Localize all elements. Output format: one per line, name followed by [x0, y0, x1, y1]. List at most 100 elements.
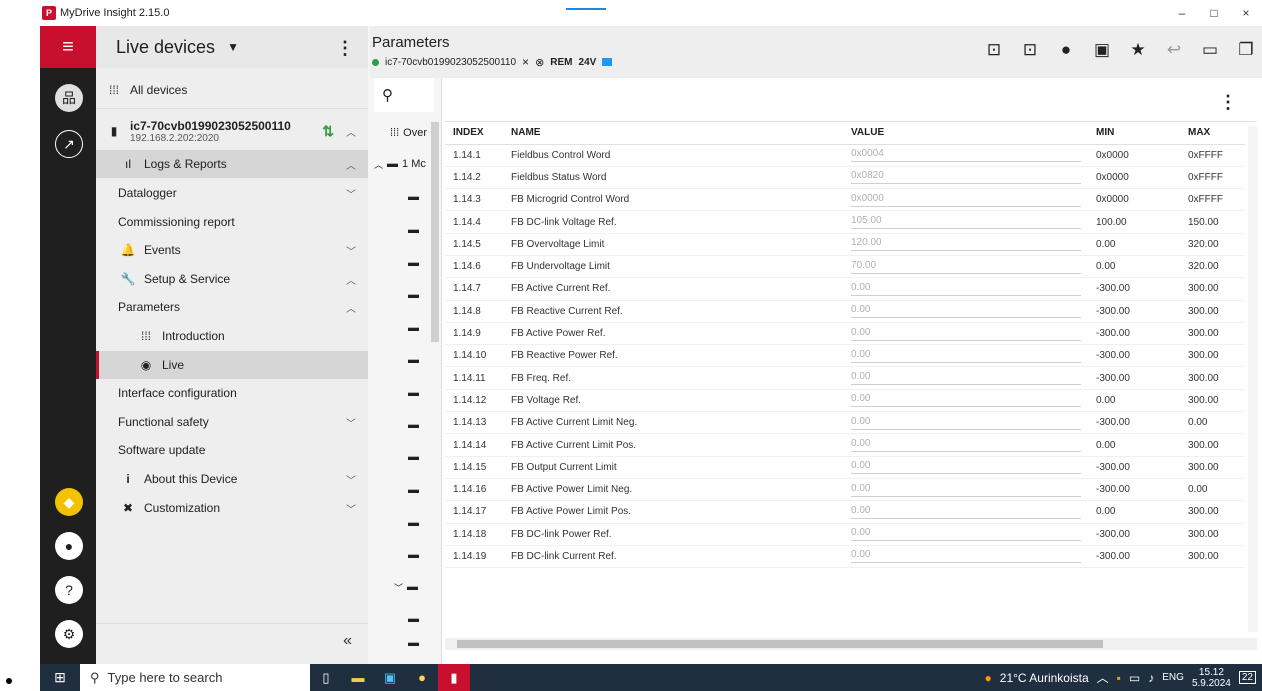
devices-network-icon[interactable]: 品 [55, 84, 83, 112]
column-header-min[interactable]: MIN [1088, 122, 1180, 145]
cell-value[interactable]: 0.00 [843, 322, 1088, 346]
close-button[interactable]: × [1230, 0, 1262, 26]
nav-events[interactable]: 🔔 Events ﹀ [96, 236, 368, 264]
help-icon[interactable]: ? [55, 576, 83, 604]
tray-app-icon[interactable]: ▪ [1117, 671, 1121, 685]
user-account-icon[interactable]: ● [55, 532, 83, 560]
tree-folder[interactable]: ▬ [368, 510, 442, 536]
column-header-value[interactable]: VALUE [843, 122, 1088, 145]
upload-param-icon[interactable]: ⊡ [1012, 40, 1048, 60]
search-icon[interactable]: ⚲ [374, 78, 434, 112]
column-header-max[interactable]: MAX [1180, 122, 1245, 145]
cell-value[interactable]: 0x0820 [843, 166, 1088, 190]
tree-folder[interactable]: ▬ [368, 630, 442, 656]
tree-scrollbar[interactable] [431, 122, 439, 342]
cell-value[interactable]: 70.00 [843, 255, 1088, 279]
minimize-button[interactable]: – [1166, 0, 1198, 26]
taskbar-search[interactable]: ⚲ Type here to search [80, 664, 310, 691]
value-input[interactable]: 0.00 [851, 460, 1081, 475]
value-input[interactable]: 0x0000 [851, 193, 1081, 207]
nav-about-device[interactable]: i About this Device ﹀ [96, 465, 368, 493]
table-row[interactable]: 1.14.8 FB Reactive Current Ref. 0.00 -300.0… [445, 300, 1245, 323]
table-row[interactable]: 1.14.12 FB Voltage Ref. 0.00 0.00 300.00 [445, 389, 1245, 413]
cell-value[interactable]: 0.00 [843, 300, 1088, 323]
mydrive-app-icon[interactable]: ▮ [438, 664, 470, 691]
nav-customization[interactable]: ✖ Customization ﹀ [96, 494, 368, 522]
all-devices-item[interactable]: ⁞⁞⁞ All devices [96, 76, 368, 104]
cell-value[interactable]: 120.00 [843, 233, 1088, 256]
nav-parameters[interactable]: Parameters ︿ [96, 293, 368, 321]
value-input[interactable]: 0.00 [851, 505, 1081, 519]
table-row[interactable]: 1.14.13 FB Active Current Limit Neg. 0.00-… [445, 411, 1245, 435]
value-input[interactable]: 0.00 [851, 393, 1081, 408]
cell-value[interactable]: 0.00 [843, 344, 1088, 368]
kebab-menu-icon[interactable]: ⋮ [336, 38, 354, 59]
undo-icon[interactable]: ↩ [1156, 40, 1192, 60]
table-row[interactable]: 1.14.9 FB Active Power Ref. 0.00 -300.00 300… [445, 322, 1245, 346]
tree-folder[interactable]: ▬ [368, 412, 442, 438]
tray-chevron-icon[interactable]: ︿ [1097, 669, 1109, 686]
value-input[interactable]: 0.00 [851, 327, 1081, 341]
folder-open-icon[interactable]: ▭ [1192, 40, 1228, 60]
collapse-nav-button[interactable]: « [343, 632, 352, 650]
copy-icon[interactable]: ❐ [1228, 40, 1262, 60]
value-input[interactable]: 0.00 [851, 416, 1081, 430]
settings-gear-icon[interactable]: ⚙ [55, 620, 83, 648]
nav-datalogger[interactable]: Datalogger ﹀ [96, 179, 368, 207]
cell-value[interactable]: 105.00 [843, 210, 1088, 234]
hamburger-menu-icon[interactable]: ≡ [40, 26, 96, 68]
table-row[interactable]: 1.14.16 FB Active Power Limit Neg. 0.00 -30… [445, 478, 1245, 502]
table-row[interactable]: 1.14.5 FB Overvoltage Limit 120.00 0.00 320.… [445, 233, 1245, 256]
value-input[interactable]: 105.00 [851, 215, 1081, 230]
table-row[interactable]: 1.14.15 FB Output Current Limit 0.00 -300.0… [445, 456, 1245, 479]
language-indicator[interactable]: ENG [1162, 672, 1184, 683]
save-icon[interactable]: ▣ [1084, 40, 1120, 60]
value-input[interactable]: 0.00 [851, 438, 1081, 452]
cell-value[interactable]: 0x0004 [843, 144, 1088, 167]
nav-interface-configuration[interactable]: Interface configuration [96, 379, 368, 407]
table-row[interactable]: 1.14.19 FB DC-link Current Ref. 0.00 -300.0… [445, 545, 1245, 569]
cell-value[interactable]: 0.00 [843, 456, 1088, 479]
table-row[interactable]: 1.14.11 FB Freq. Ref. 0.00 -300.00 300.00 [445, 366, 1245, 390]
network-icon[interactable]: ▭ [1129, 671, 1140, 685]
column-header-index[interactable]: INDEX [445, 122, 503, 145]
table-vertical-scrollbar[interactable] [1248, 126, 1258, 632]
table-row[interactable]: 1.14.18 FB DC-link Power Ref. 0.00 -300.00 3… [445, 523, 1245, 546]
cell-value[interactable]: 0.00 [843, 523, 1088, 546]
table-row[interactable]: 1.14.7 FB Active Current Ref. 0.00 -300.00 3… [445, 277, 1245, 301]
nav-software-update[interactable]: Software update [96, 436, 368, 464]
table-row[interactable]: 1.14.10 FB Reactive Power Ref. 0.00 -300.00… [445, 344, 1245, 368]
value-input[interactable]: 120.00 [851, 237, 1081, 252]
premium-diamond-icon[interactable]: ◆ [55, 488, 83, 516]
tree-folder[interactable]: ▬ [368, 380, 442, 406]
tree-folder[interactable]: ▬ [368, 444, 442, 470]
cell-value[interactable]: 0.00 [843, 277, 1088, 301]
value-input[interactable]: 0.00 [851, 527, 1081, 542]
user-icon[interactable]: ● [1048, 40, 1084, 60]
cell-value[interactable]: 0.00 [843, 366, 1088, 390]
value-input[interactable]: 0.00 [851, 483, 1081, 497]
download-param-icon[interactable]: ⊡ [976, 40, 1012, 60]
table-row[interactable]: 1.14.4 FB DC-link Voltage Ref. 105.00 100.0… [445, 210, 1245, 234]
live-devices-title[interactable]: Live devices [116, 37, 215, 58]
star-icon[interactable]: ★ [1120, 40, 1156, 60]
value-input[interactable]: 0x0820 [851, 170, 1081, 185]
windows-start-icon[interactable]: ⊞ [40, 669, 80, 686]
cell-value[interactable]: 0.00 [843, 411, 1088, 435]
disconnect-icon[interactable]: × [522, 55, 529, 69]
table-row[interactable]: 1.14.2 Fieldbus Status Word 0x0820 0x0000 0x… [445, 166, 1245, 190]
cell-value[interactable]: 0.00 [843, 545, 1088, 569]
value-input[interactable]: 0x0004 [851, 148, 1081, 163]
maximize-button[interactable]: □ [1198, 0, 1230, 26]
volume-icon[interactable]: ♪ [1148, 671, 1154, 685]
tree-folder-expandable[interactable]: ﹀ ▬ [368, 574, 442, 600]
value-input[interactable]: 0.00 [851, 304, 1081, 319]
value-input[interactable]: 0.00 [851, 371, 1081, 386]
file-explorer-icon[interactable]: ▬ [342, 670, 374, 685]
tree-folder[interactable]: ▬ [368, 606, 442, 632]
table-row[interactable]: 1.14.14 FB Active Current Limit Pos. 0.00 0… [445, 433, 1245, 457]
table-horizontal-scrollbar[interactable] [445, 638, 1257, 650]
notification-icon[interactable]: 22 [1238, 671, 1256, 684]
table-row[interactable]: 1.14.1 Fieldbus Control Word 0x0004 0x0000 0… [445, 144, 1245, 167]
table-kebab-icon[interactable]: ⋮ [1219, 92, 1237, 113]
